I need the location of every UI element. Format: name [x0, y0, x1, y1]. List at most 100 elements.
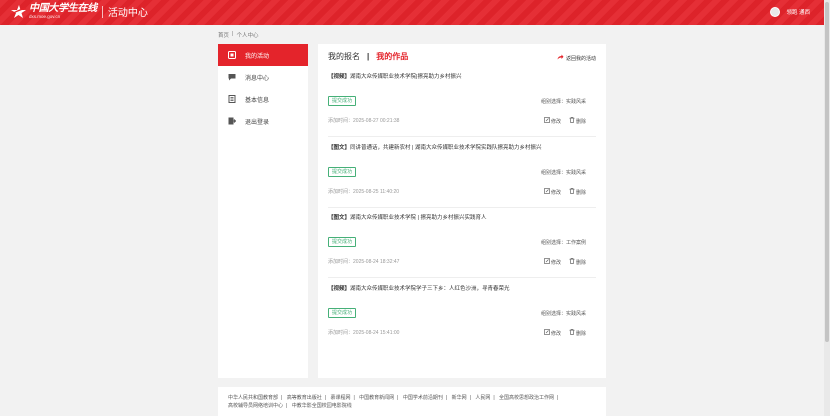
edit-button[interactable]: 修改	[544, 117, 561, 125]
trash-icon	[569, 117, 575, 125]
sidebar-item-logout[interactable]: 退出登录	[218, 110, 308, 132]
sidebar-item-label: 消息中心	[245, 75, 270, 82]
footer-separator: |	[493, 395, 495, 401]
trash-icon	[569, 329, 575, 337]
edit-button[interactable]: 修改	[544, 329, 561, 337]
added-time: 添加时间：2025-08-25 11:40:20	[328, 188, 399, 195]
user-menu[interactable]: 领跑 通西	[770, 7, 810, 17]
footer-separator: |	[353, 395, 355, 401]
trash-icon	[569, 258, 575, 266]
scrollbar-thumb[interactable]	[825, 2, 829, 342]
user-name[interactable]: 领跑 通西	[786, 8, 810, 16]
sidebar-item-messages[interactable]: 消息中心	[218, 66, 308, 88]
time-prefix: 添加时间：	[328, 189, 354, 195]
footer-link[interactable]: 新华网	[452, 395, 467, 401]
logout-icon	[228, 117, 236, 125]
logo-domain: dxs.moe.gov.cn	[29, 14, 61, 19]
footer-separator: |	[281, 395, 283, 401]
work-entry: 【视频】湖南大众传媒职业技术学院学子三下乡：人红色沙洲，寻青春荣光 提交成功 组…	[328, 284, 596, 349]
entry-actions: 修改 删除	[544, 117, 586, 125]
work-type-tag: 【视频】	[328, 286, 351, 292]
footer: 中华人民共和国教育部 | 高等教育出版社 | 慕课程网 | 中国教育新闻网 | 中国学术…	[218, 387, 606, 416]
page-scrollbar[interactable]	[824, 0, 830, 416]
tab-separator: |	[367, 52, 370, 61]
delete-button[interactable]: 删除	[569, 258, 586, 266]
group-selection: 组别选择：实践风采	[541, 169, 586, 176]
group-prefix: 组别选择：	[540, 311, 566, 317]
work-type-tag: 【图文】	[328, 215, 351, 221]
footer-link[interactable]: 高等教育出版社	[287, 395, 322, 401]
sidebar-item-basic-info[interactable]: 基本信息	[218, 88, 308, 110]
footer-separator: |	[557, 395, 559, 401]
group-value: 工作案例	[565, 240, 586, 246]
top-header: 中国大学生在线 dxs.moe.gov.cn 活动中心 领跑 通西	[0, 0, 830, 25]
group-prefix: 组别选择：	[540, 240, 566, 246]
edit-button[interactable]: 修改	[544, 258, 561, 266]
return-label: 返回我的活动	[565, 55, 596, 62]
work-title[interactable]: 【图文】同讲普通话，共建新农村 | 湖南大众传媒职业技术学院实践队擦亮助力乡村振…	[328, 143, 542, 151]
footer-link[interactable]: 中华人民共和国教育部	[228, 395, 278, 401]
sidebar-item-label: 退出登录	[245, 119, 270, 126]
delete-button[interactable]: 删除	[569, 329, 586, 337]
work-entry: 【图文】湖南大众传媒职业技术学院 | 擦亮助力乡村振兴实践育人 提交成功 组别选…	[328, 213, 596, 278]
trash-icon	[569, 188, 575, 196]
work-title-text: 湖南大众传媒职业技术学院 | 擦亮助力乡村振兴实践育人	[350, 215, 487, 221]
status-badge: 提交成功	[328, 167, 357, 177]
footer-link[interactable]: 高校辅导员网络培训中心	[228, 403, 283, 409]
work-type-tag: 【视频】	[328, 74, 351, 80]
main-panel: 我的报名 | 我的作品 返回我的活动 【视频】湖南大众传媒职业技术学院|擦亮助力…	[318, 44, 606, 378]
group-selection: 组别选择：实践风采	[541, 310, 586, 317]
footer-link[interactable]: 慕课程网	[330, 395, 350, 401]
work-title-text: 湖南大众传媒职业技术学院学子三下乡：人红色沙洲，寻青春荣光	[350, 286, 510, 292]
footer-link[interactable]: 中教华影全国校园电影院线	[292, 403, 352, 409]
tab-my-works[interactable]: 我的作品	[376, 51, 408, 62]
site-logo[interactable]: 中国大学生在线 dxs.moe.gov.cn 活动中心	[9, 4, 148, 20]
tab-bar: 我的报名 | 我的作品	[328, 51, 408, 62]
time-prefix: 添加时间：	[328, 259, 354, 265]
work-entry: 【视频】湖南大众传媒职业技术学院|擦亮助力乡村振兴 提交成功 组别选择：实践风采…	[328, 72, 596, 137]
sidebar-item-label: 基本信息	[245, 97, 270, 104]
delete-label: 删除	[575, 259, 586, 266]
time-value: 2025-08-24 18:32:47	[353, 259, 400, 265]
flag-icon	[228, 51, 236, 59]
delete-label: 删除	[575, 189, 586, 196]
footer-link[interactable]: 人民网	[475, 395, 490, 401]
tab-my-registrations[interactable]: 我的报名	[328, 51, 360, 62]
footer-separator: |	[469, 395, 471, 401]
group-prefix: 组别选择：	[540, 170, 566, 176]
breadcrumb-home[interactable]: 首页	[218, 31, 229, 39]
added-time: 添加时间：2025-08-24 15:41:00	[328, 329, 399, 336]
work-title[interactable]: 【视频】湖南大众传媒职业技术学院|擦亮助力乡村振兴	[328, 72, 461, 80]
time-prefix: 添加时间：	[328, 118, 354, 124]
status-badge: 提交成功	[328, 96, 357, 106]
star-logo-icon	[9, 4, 27, 19]
logo-divider	[101, 5, 103, 18]
status-badge: 提交成功	[328, 308, 357, 318]
edit-button[interactable]: 修改	[544, 188, 561, 196]
delete-button[interactable]: 删除	[569, 117, 586, 125]
work-title[interactable]: 【图文】湖南大众传媒职业技术学院 | 擦亮助力乡村振兴实践育人	[328, 213, 487, 221]
return-to-activities-link[interactable]: 返回我的活动	[557, 54, 596, 62]
group-value: 实践风采	[565, 311, 586, 317]
footer-link[interactable]: 中国学术前沿期刊	[403, 395, 443, 401]
group-selection: 组别选择：工作案例	[541, 239, 586, 246]
work-title-text: 湖南大众传媒职业技术学院|擦亮助力乡村振兴	[350, 74, 462, 80]
time-value: 2025-08-25 11:40:20	[353, 189, 400, 195]
edit-icon	[544, 258, 550, 266]
delete-label: 删除	[575, 118, 586, 125]
footer-separator: |	[286, 403, 288, 409]
list-icon	[228, 95, 236, 103]
footer-link[interactable]: 全国高校思想政治工作网	[499, 395, 554, 401]
work-title-text: 同讲普通话，共建新农村 | 湖南大众传媒职业技术学院实践队擦亮助力乡村振兴	[350, 145, 542, 151]
time-value: 2025-08-24 15:41:00	[353, 330, 400, 336]
work-title[interactable]: 【视频】湖南大众传媒职业技术学院学子三下乡：人红色沙洲，寻青春荣光	[328, 284, 510, 292]
footer-links-line-1: 中华人民共和国教育部 | 高等教育出版社 | 慕课程网 | 中国教育新闻网 | 中国学术…	[228, 394, 596, 402]
edit-label: 修改	[550, 330, 561, 337]
sidebar-item-my-activities[interactable]: 我的活动	[218, 44, 308, 66]
edit-icon	[544, 117, 550, 125]
avatar[interactable]	[770, 7, 781, 17]
edit-label: 修改	[550, 118, 561, 125]
breadcrumb-separator: |	[232, 31, 234, 37]
footer-link[interactable]: 中国教育新闻网	[359, 395, 394, 401]
delete-button[interactable]: 删除	[569, 188, 586, 196]
